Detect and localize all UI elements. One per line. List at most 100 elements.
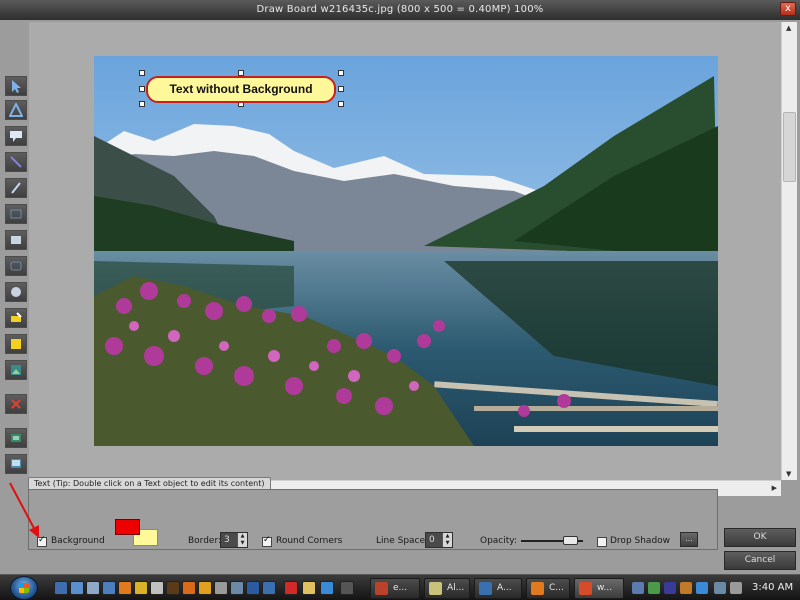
taskbar-button[interactable]: Al... [424,578,470,599]
taskbar-button-label: w... [597,583,613,593]
rectangle-tool[interactable] [5,204,27,224]
resize-handle-bottom-right[interactable] [338,101,344,107]
image-tool[interactable] [5,360,27,380]
switch-windows-icon[interactable] [70,581,84,595]
crop-icon [11,434,21,442]
delete-tool[interactable] [5,394,27,414]
filled-rectangle-tool[interactable] [5,230,27,250]
window-title: Draw Board w216435c.jpg (800 x 500 = 0.4… [256,4,544,15]
app-icon [579,582,592,595]
foreground-color-swatch[interactable] [115,519,140,535]
rectangle-icon [10,209,22,219]
round-corners-checkbox[interactable] [262,535,272,547]
taskbar-button-label: e... [393,583,408,593]
firefox-icon[interactable] [118,581,132,595]
arrow-icon [9,103,23,117]
background-checkbox[interactable] [37,535,47,547]
text-object[interactable]: Text without Background [146,76,336,103]
line-icon [10,156,22,168]
network-tray-icon[interactable] [714,582,726,594]
ellipse-tool[interactable] [5,282,27,302]
arrow-tool[interactable] [5,100,27,120]
show-desktop-icon[interactable] [54,581,68,595]
highlighter-tool[interactable] [5,308,27,328]
window-icon[interactable] [230,581,244,595]
add-icon[interactable] [284,581,298,595]
drop-shadow-checkbox[interactable] [597,537,607,547]
settings-icon[interactable] [198,581,212,595]
line-space-value: 0 [429,535,435,545]
spinner-arrows-icon[interactable]: ▲ ▼ [237,533,247,547]
border-label: Border: [188,536,222,546]
tray-icon[interactable] [664,582,676,594]
callout-icon [10,131,22,142]
resize-handle-left[interactable] [139,86,145,92]
image-icon [11,365,21,375]
close-button[interactable]: x [780,2,796,16]
scroll-up-icon[interactable]: ▲ [786,24,791,32]
pencil-tool[interactable] [5,178,27,198]
ellipse-icon [11,287,21,297]
spinner-arrows-icon[interactable]: ▲ ▼ [442,533,452,547]
fill-icon [11,339,21,349]
title-bar: Draw Board w216435c.jpg (800 x 500 = 0.4… [0,0,800,20]
opacity-slider-thumb[interactable] [563,536,578,545]
drop-shadow-label: Drop Shadow [610,536,671,546]
more-options-button[interactable]: ... [680,532,698,547]
line-space-spinner[interactable]: 0 ▲ ▼ [425,532,453,548]
taskbar-button[interactable]: e... [370,578,420,599]
vertical-scrollbar[interactable]: ▲ ▼ [781,22,797,480]
screen-icon [11,459,21,468]
expand-icon[interactable] [340,581,354,595]
resize-handle-top-right[interactable] [338,70,344,76]
resize-handle-top-left[interactable] [139,70,145,76]
callout-tool[interactable] [5,126,27,146]
internet-explorer-icon[interactable] [320,581,334,595]
rounded-rectangle-icon [10,261,22,271]
folder-icon[interactable] [302,581,316,595]
rounded-rectangle-tool[interactable] [5,256,27,276]
scroll-right-icon[interactable]: ▶ [772,484,777,492]
ok-button[interactable]: OK [724,528,796,547]
calculator-icon[interactable] [214,581,228,595]
cancel-button[interactable]: Cancel [724,551,796,570]
background-label: Background [51,536,105,546]
taskbar-button[interactable]: A... [474,578,522,599]
tray-icon[interactable] [648,582,660,594]
taskbar-button-label: C... [549,583,564,593]
explorer-icon[interactable] [86,581,100,595]
border-value: 3 [224,535,230,545]
resize-handle-right[interactable] [338,86,344,92]
screen-tool[interactable] [5,454,27,474]
network-icon[interactable] [102,581,116,595]
tray-icon[interactable] [680,582,692,594]
photoshop-icon[interactable] [246,581,260,595]
pointer-tool[interactable] [5,76,27,96]
canvas-image[interactable] [94,56,718,446]
round-corners-label: Round Corners [276,536,343,546]
network-share-icon[interactable] [262,581,276,595]
media-player-icon[interactable] [134,581,148,595]
app-icon [429,582,442,595]
pointer-icon [12,80,21,93]
scroll-down-icon[interactable]: ▼ [786,470,791,478]
border-spinner[interactable]: 3 ▲ ▼ [220,532,248,548]
start-button[interactable] [10,576,38,600]
pencil-icon [11,182,21,194]
taskbar-button[interactable]: w... [574,578,624,599]
tray-icon[interactable] [696,582,708,594]
resize-handle-bottom-left[interactable] [139,101,145,107]
app-icon [531,582,544,595]
red-arrow-icon [9,482,39,538]
bridge-icon[interactable] [166,581,180,595]
tray-icon[interactable] [632,582,644,594]
taskbar-button[interactable]: C... [526,578,570,599]
volume-tray-icon[interactable] [730,582,742,594]
fill-tool[interactable] [5,334,27,354]
app-icon[interactable] [150,581,164,595]
line-tool[interactable] [5,152,27,172]
gear-icon[interactable] [182,581,196,595]
crop-tool[interactable] [5,428,27,448]
vertical-scroll-thumb[interactable] [783,112,796,182]
highlighter-icon [11,312,22,322]
